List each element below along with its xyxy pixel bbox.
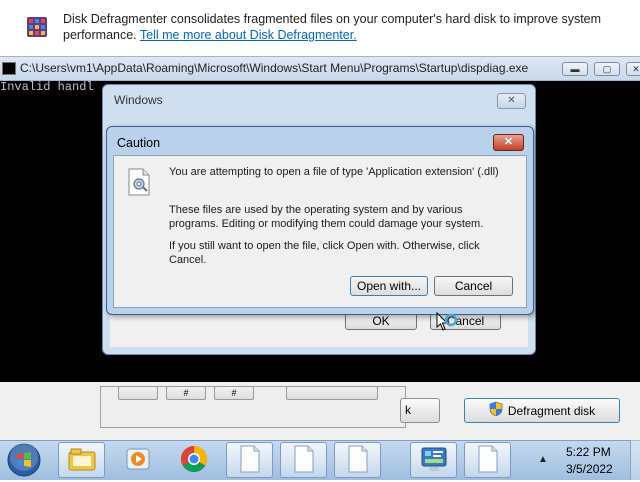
control-panel-icon xyxy=(419,445,449,476)
taskbar-control-panel[interactable] xyxy=(410,442,457,478)
cmd-window-title: C:\Users\vm1\AppData\Roaming\Microsoft\W… xyxy=(20,61,529,75)
console-output: Invalid handl xyxy=(0,80,94,94)
chevron-up-icon: ▲ xyxy=(538,454,548,465)
defrag-description: Disk Defragmenter consolidates fragmente… xyxy=(63,11,623,43)
defragment-disk-button[interactable]: Defragment disk xyxy=(464,398,620,423)
blank-document-icon xyxy=(293,445,315,476)
minimize-icon: ▬ xyxy=(570,64,580,74)
taskbar-document-3[interactable] xyxy=(334,442,381,478)
maximize-button[interactable]: ▢ xyxy=(594,62,620,76)
caution-dialog-title: Caution xyxy=(117,136,161,150)
disk-defragmenter-icon xyxy=(24,14,50,40)
console-icon xyxy=(2,62,16,75)
minimize-button[interactable]: ▬ xyxy=(562,62,588,76)
taskbar-document-4[interactable] xyxy=(464,442,511,478)
panel-button-label: # xyxy=(231,388,237,398)
blank-document-icon xyxy=(477,445,499,476)
blank-document-icon xyxy=(239,445,261,476)
file-explorer-icon xyxy=(67,446,97,475)
caution-message: You are attempting to open a file of typ… xyxy=(169,166,499,178)
blank-document-icon xyxy=(347,445,369,476)
panel-button-label: # xyxy=(183,388,189,398)
show-desktop-button[interactable] xyxy=(630,440,640,480)
caution-cancel-button[interactable]: Cancel xyxy=(434,276,513,296)
show-hidden-icons-button[interactable]: ▲ xyxy=(538,454,548,465)
taskbar-chrome[interactable] xyxy=(170,442,217,478)
clock-time[interactable]: 5:22 PM xyxy=(566,445,611,459)
file-settings-icon xyxy=(127,168,151,196)
stop-button-partial-label: k xyxy=(405,403,411,417)
maximize-icon: ▢ xyxy=(602,64,612,74)
busy-cursor-icon xyxy=(436,311,458,339)
defragment-disk-label: Defragment disk xyxy=(507,403,596,418)
close-icon: ✕ xyxy=(632,64,640,74)
uac-shield-icon xyxy=(489,401,503,420)
cmd-close-button[interactable]: ✕ xyxy=(626,62,640,76)
close-icon: ✕ xyxy=(507,95,516,106)
taskbar-document-1[interactable] xyxy=(226,442,273,478)
caution-detail-1: These files are used by the operating sy… xyxy=(169,204,484,230)
close-icon: ✕ xyxy=(503,136,514,148)
windows-start-orb-icon[interactable] xyxy=(4,441,44,479)
taskbar-document-2[interactable] xyxy=(280,442,327,478)
chrome-icon xyxy=(179,444,209,477)
stop-operation-button[interactable]: k xyxy=(400,398,440,423)
windows-dialog-close-button[interactable]: ✕ xyxy=(497,93,526,109)
panel-button-2[interactable]: # xyxy=(166,386,206,400)
learn-more-link[interactable]: Tell me more about Disk Defragmenter. xyxy=(140,28,357,42)
taskbar-file-explorer[interactable] xyxy=(58,442,105,478)
media-player-icon xyxy=(124,445,152,476)
panel-button-4[interactable] xyxy=(286,386,378,400)
open-with-button[interactable]: Open with... xyxy=(350,276,428,296)
panel-button-3[interactable]: # xyxy=(214,386,254,400)
windows-dialog-title: Windows xyxy=(114,93,163,107)
ok-button[interactable]: OK xyxy=(345,313,417,330)
caution-close-button[interactable]: ✕ xyxy=(493,134,524,151)
caution-detail-2: If you still want to open the file, clic… xyxy=(169,240,480,266)
clock-date[interactable]: 3/5/2022 xyxy=(566,462,613,476)
taskbar-media-player[interactable] xyxy=(114,442,161,478)
panel-button-1[interactable] xyxy=(118,386,158,400)
